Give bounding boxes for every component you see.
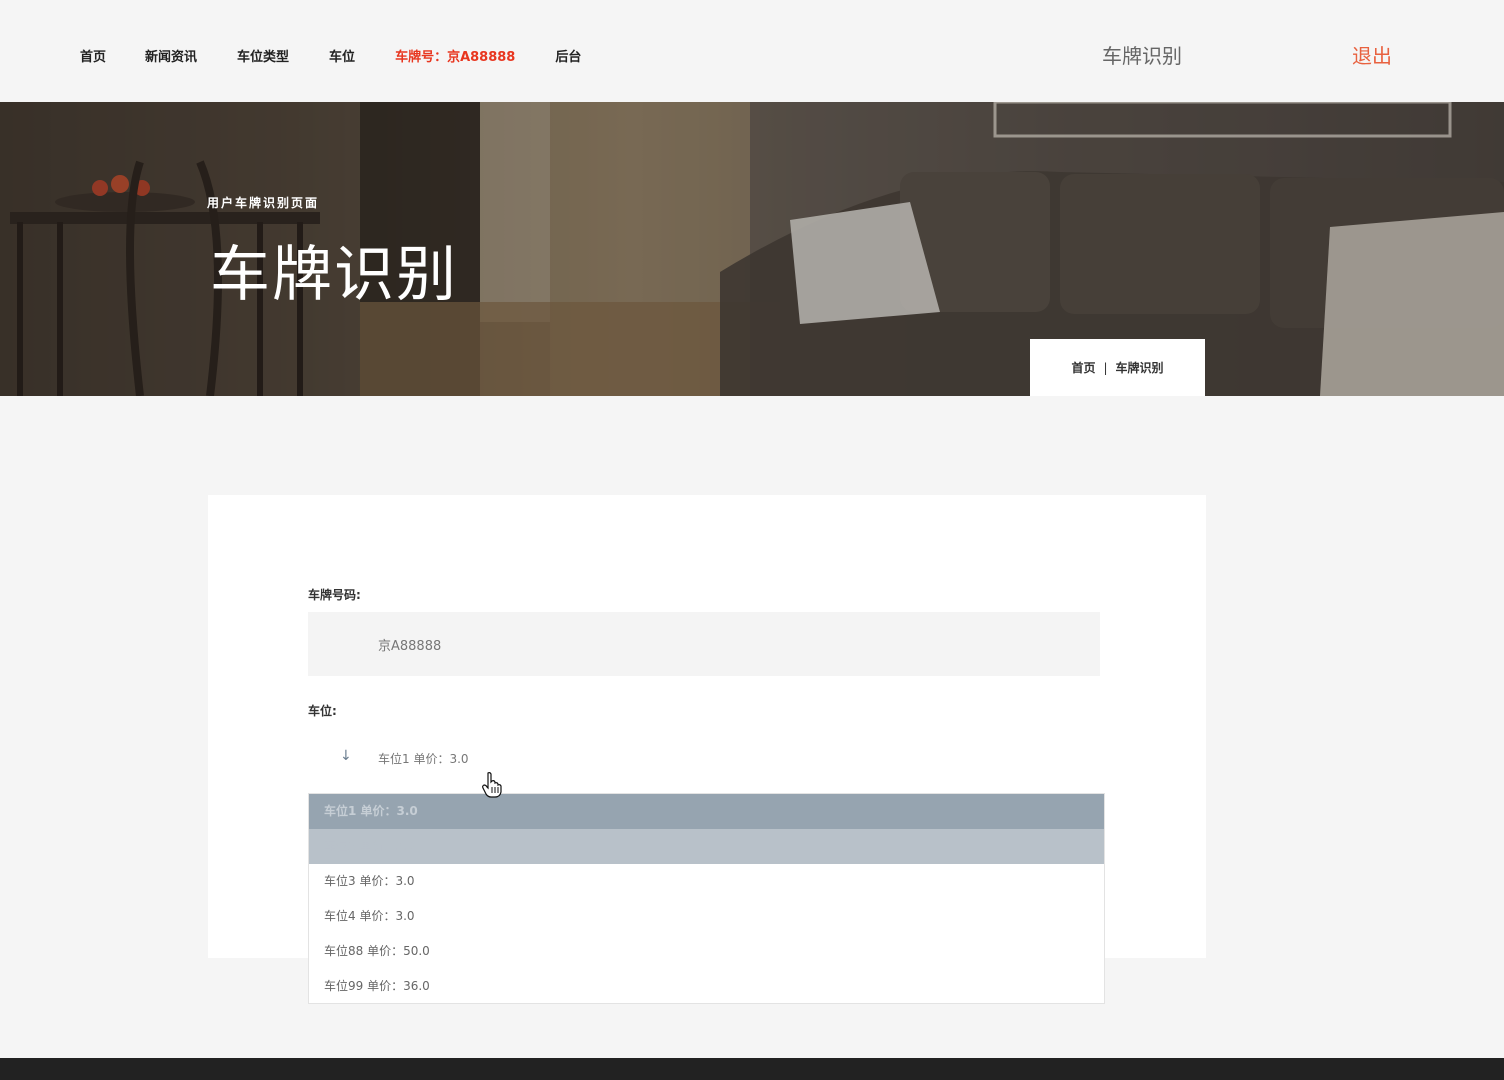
nav-item-plate-number[interactable]: 车牌号：京A88888 — [395, 46, 515, 65]
nav-item-admin[interactable]: 后台 — [555, 46, 581, 65]
top-navbar: 首页 新闻资讯 车位类型 车位 车牌号：京A88888 后台 车牌识别 退出 — [0, 0, 1504, 102]
parking-space-selected-value: 车位1 单价：3.0 — [378, 752, 469, 766]
parking-space-dropdown: 车位1 单价：3.0 车位2 单价：3.0 车位3 单价：3.0 车位4 单价：… — [308, 793, 1105, 1004]
parking-space-label: 车位: — [308, 704, 337, 718]
dropdown-option[interactable]: 车位3 单价：3.0 — [309, 864, 1104, 899]
breadcrumb-home[interactable]: 首页 — [1071, 359, 1095, 376]
dropdown-option[interactable]: 车位1 单价：3.0 — [309, 794, 1104, 829]
dropdown-option[interactable]: 车位2 单价：3.0 — [309, 829, 1104, 864]
nav-item-home[interactable]: 首页 — [80, 46, 106, 65]
dropdown-option[interactable]: 车位4 单价：3.0 — [309, 899, 1104, 934]
banner-title: 车牌识别 — [210, 240, 458, 310]
breadcrumb: 首页 | 车牌识别 — [1030, 339, 1205, 396]
nav-item-space[interactable]: 车位 — [329, 46, 355, 65]
footer — [0, 1058, 1504, 1080]
parking-space-select[interactable]: ↓ 车位1 单价：3.0 — [308, 736, 1100, 776]
dropdown-option[interactable]: 车位88 单价：50.0 — [309, 934, 1104, 969]
page-banner: 用户车牌识别页面 车牌识别 首页 | 车牌识别 — [0, 102, 1504, 396]
logout-link[interactable]: 退出 — [1352, 40, 1392, 69]
main-nav: 首页 新闻资讯 车位类型 车位 车牌号：京A88888 后台 — [80, 46, 581, 65]
nav-item-space-type[interactable]: 车位类型 — [237, 46, 289, 65]
nav-item-news[interactable]: 新闻资讯 — [145, 46, 197, 65]
plate-number-value: 京A88888 — [378, 639, 442, 654]
banner-subtitle: 用户车牌识别页面 — [207, 196, 320, 210]
hand-pointer-icon — [482, 772, 502, 798]
plate-number-label: 车牌号码: — [308, 588, 361, 602]
breadcrumb-separator: | — [1103, 360, 1108, 375]
arrow-down-icon: ↓ — [340, 748, 352, 764]
plate-number-field[interactable]: 京A88888 — [308, 612, 1100, 676]
dropdown-option[interactable]: 车位99 单价：36.0 — [309, 969, 1104, 1004]
breadcrumb-current: 车牌识别 — [1115, 361, 1164, 375]
current-page-label[interactable]: 车牌识别 — [1102, 40, 1182, 69]
